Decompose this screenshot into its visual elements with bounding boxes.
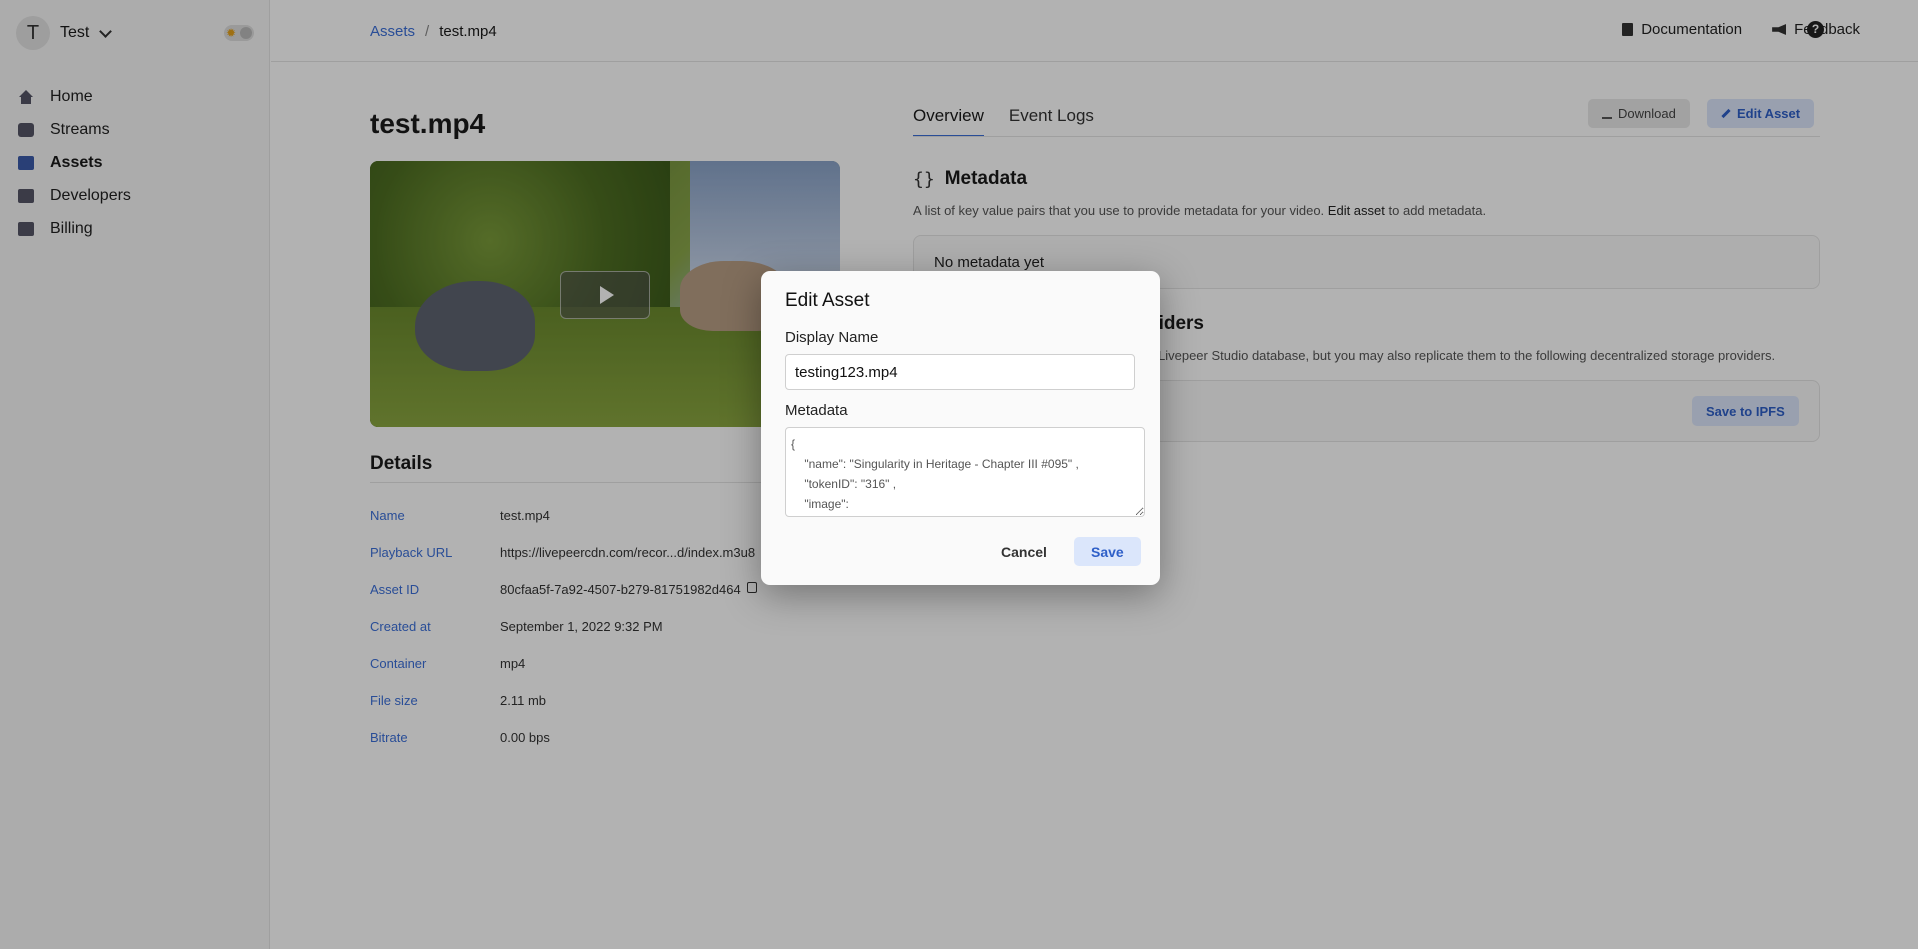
display-name-label: Display Name (785, 329, 879, 346)
metadata-label: Metadata (785, 402, 848, 419)
dialog-title: Edit Asset (785, 290, 870, 311)
cancel-button[interactable]: Cancel (987, 537, 1061, 566)
save-button[interactable]: Save (1074, 537, 1141, 566)
edit-asset-dialog: Edit Asset Display Name Metadata { "name… (761, 271, 1160, 585)
metadata-textarea[interactable]: { "name": "Singularity in Heritage - Cha… (785, 427, 1145, 517)
display-name-input[interactable] (785, 354, 1135, 390)
